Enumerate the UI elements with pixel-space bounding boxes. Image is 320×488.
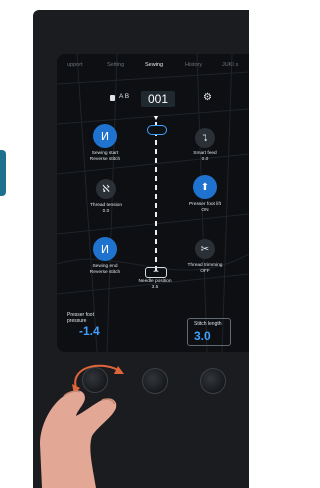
tab-support[interactable]: upport [67, 62, 83, 68]
reverse-start-line2: Reverse stitch [89, 157, 121, 162]
thread-tension-button[interactable]: ℵ [96, 179, 116, 199]
smart-feed-label: Smart feed 0.0 [181, 151, 229, 163]
needle-position-label: Needle position 3.5 [131, 279, 179, 291]
presser-pressure-value[interactable]: -1.4 [79, 324, 100, 338]
stitch-length-value: 3.0 [194, 329, 211, 343]
thread-tension-icon: ℵ [102, 183, 110, 195]
smart-feed-line2: 0.0 [201, 157, 209, 162]
smart-feed-button[interactable]: ⮧ [195, 128, 215, 148]
thread-trimming-label: Thread trimming OFF [181, 263, 229, 275]
presser-lift-icon: ⬆ [200, 181, 210, 193]
needle-dashed-line [155, 122, 157, 272]
document-icon[interactable] [110, 95, 115, 101]
thread-trimming-button[interactable]: ✂ [195, 239, 215, 259]
reverse-end-line2: Reverse stitch [89, 270, 121, 275]
needle-position-button[interactable]: ••• [145, 267, 167, 278]
presser-pressure-label: Presser foot pressure [67, 312, 94, 324]
settings-gear-icon[interactable]: ⚙ [203, 92, 212, 103]
reverse-stitch-end-button[interactable]: Ͷ [93, 237, 117, 261]
stitch-number-display[interactable]: 001 [141, 91, 175, 107]
middle-knob[interactable] [142, 368, 168, 394]
thread-tension-line2: 0.0 [102, 209, 110, 214]
needle-position-indicator[interactable] [147, 125, 167, 135]
tab-juki[interactable]: JUKI s [222, 62, 238, 68]
presser-foot-lift-button[interactable]: ⬆ [193, 175, 217, 199]
scissors-icon: ✂ [200, 243, 210, 255]
reverse-end-label: Sewing end Reverse stitch [81, 264, 129, 276]
reverse-stitch-icon: Ͷ [100, 130, 110, 143]
ab-pattern-label[interactable]: A B [119, 93, 129, 100]
needle-marker-icon: ▼ [152, 115, 160, 122]
hand-image [40, 390, 117, 488]
thread-trimming-line2: OFF [200, 269, 210, 274]
reverse-start-label: Sewing start Reverse stitch [81, 151, 129, 163]
left-decorative-shape [0, 150, 6, 196]
needle-position-line2: 3.5 [151, 285, 159, 290]
presser-lift-line2: ON [201, 208, 209, 213]
right-knob[interactable] [200, 368, 226, 394]
stitch-length-label: Stitch length [194, 321, 222, 327]
stitch-length-box[interactable]: Stitch length 3.0 [187, 318, 231, 346]
presser-lift-label: Presser foot lift ON [181, 202, 229, 214]
tab-sewing[interactable]: Sewing [145, 62, 163, 68]
tab-history[interactable]: History [185, 62, 202, 68]
reverse-stitch-end-icon: Ͷ [100, 243, 110, 256]
thread-tension-label: Thread tension 0.0 [82, 203, 130, 215]
smart-feed-icon: ⮧ [202, 132, 208, 143]
needle-position-icon: ••• [153, 269, 159, 275]
tab-setting[interactable]: Setting [107, 62, 124, 68]
tab-bar: upport Setting Sewing History JUKI s [57, 62, 249, 76]
reverse-stitch-start-button[interactable]: Ͷ [93, 124, 117, 148]
touch-screen: upport Setting Sewing History JUKI s A B… [57, 54, 249, 352]
